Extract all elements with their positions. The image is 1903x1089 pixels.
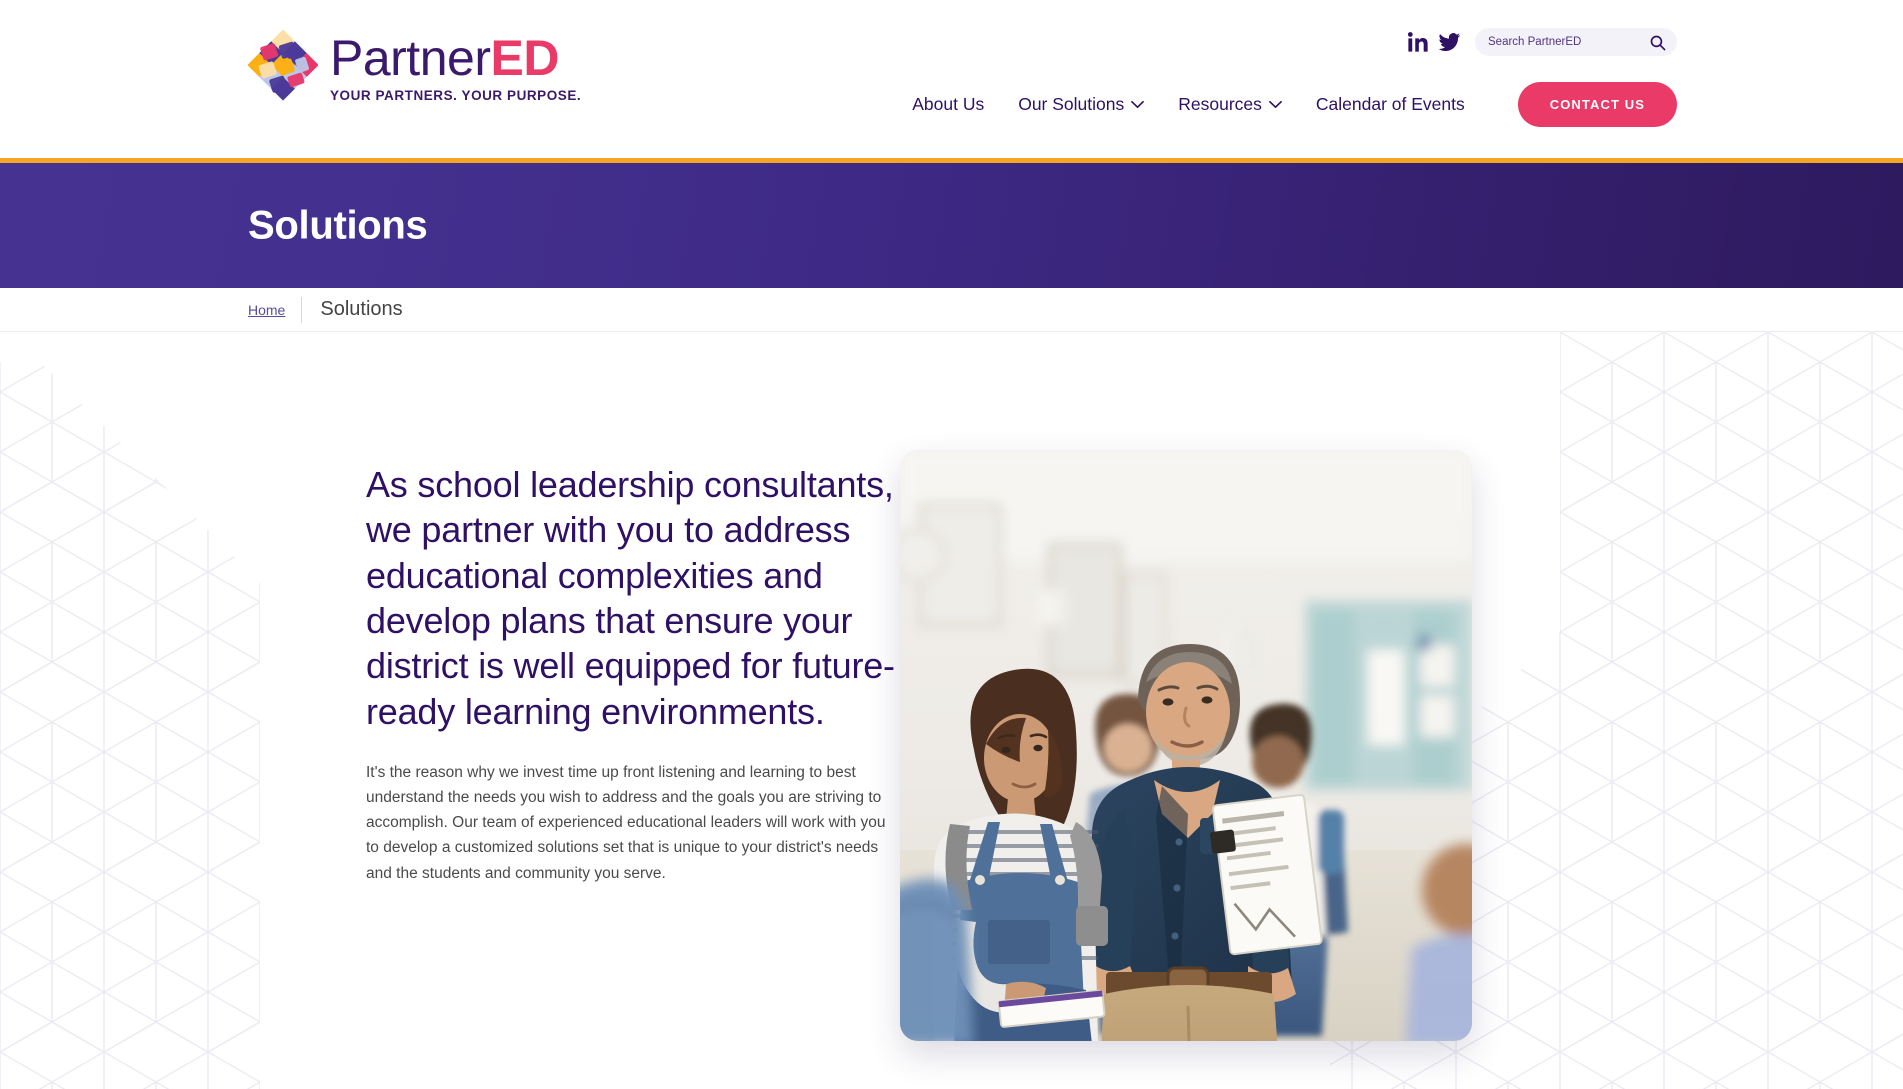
photo-column <box>900 442 1472 1041</box>
logo-word-primary: Partner <box>330 30 491 86</box>
logo-tagline: YOUR PARTNERS. YOUR PURPOSE. <box>330 88 582 103</box>
content-row: As school leadership consultants, we par… <box>0 332 1903 1041</box>
breadcrumb-current: Solutions <box>320 298 403 320</box>
woven-diamond-logo-icon <box>248 29 318 101</box>
nav-item-label: Our Solutions <box>1018 94 1125 114</box>
nav-item-calendar-of-events[interactable]: Calendar of Events <box>1299 94 1482 115</box>
breadcrumb-home-link[interactable]: Home <box>248 302 301 318</box>
header-utility-row <box>1407 28 1677 56</box>
logo-wordmark: PartnerED YOUR PARTNERS. YOUR PURPOSE. <box>330 27 581 103</box>
school-hallway-photo <box>900 450 1472 1041</box>
text-column: As school leadership consultants, we par… <box>0 442 900 886</box>
main-content: As school leadership consultants, we par… <box>0 332 1903 1089</box>
nav-item-resources[interactable]: Resources <box>1161 94 1299 115</box>
nav-item-label: Resources <box>1178 94 1262 114</box>
section-body-text: It's the reason why we invest time up fr… <box>366 764 886 882</box>
breadcrumb: Home Solutions <box>0 288 1903 332</box>
linkedin-icon[interactable] <box>1407 31 1429 53</box>
site-logo[interactable]: PartnerED YOUR PARTNERS. YOUR PURPOSE. <box>248 27 581 103</box>
page-title: Solutions <box>248 203 428 247</box>
nav-item-label: About Us <box>912 94 985 114</box>
contact-us-button[interactable]: CONTACT US <box>1517 82 1677 127</box>
logo-word-accent: ED <box>490 30 559 86</box>
social-links <box>1407 31 1461 53</box>
search-icon[interactable] <box>1649 34 1666 51</box>
logo-word: PartnerED <box>330 33 581 83</box>
chevron-down-icon <box>1131 100 1145 109</box>
nav-item-our-solutions[interactable]: Our Solutions <box>1001 94 1161 115</box>
section-headline: As school leadership consultants, we par… <box>366 464 895 732</box>
nav-item-label: Calendar of Events <box>1315 94 1465 114</box>
primary-nav: About Us Our Solutions Resources Calenda… <box>912 82 1677 127</box>
twitter-icon[interactable] <box>1438 31 1461 53</box>
search-input[interactable] <box>1488 36 1638 48</box>
site-header: PartnerED YOUR PARTNERS. YOUR PURPOSE. S… <box>0 0 1903 158</box>
search-form[interactable] <box>1475 28 1677 56</box>
page-banner: Solutions <box>0 163 1903 288</box>
page-root: PartnerED YOUR PARTNERS. YOUR PURPOSE. S… <box>0 0 1903 1089</box>
nav-item-about-us[interactable]: About Us <box>912 94 1001 115</box>
chevron-down-icon <box>1268 100 1282 109</box>
